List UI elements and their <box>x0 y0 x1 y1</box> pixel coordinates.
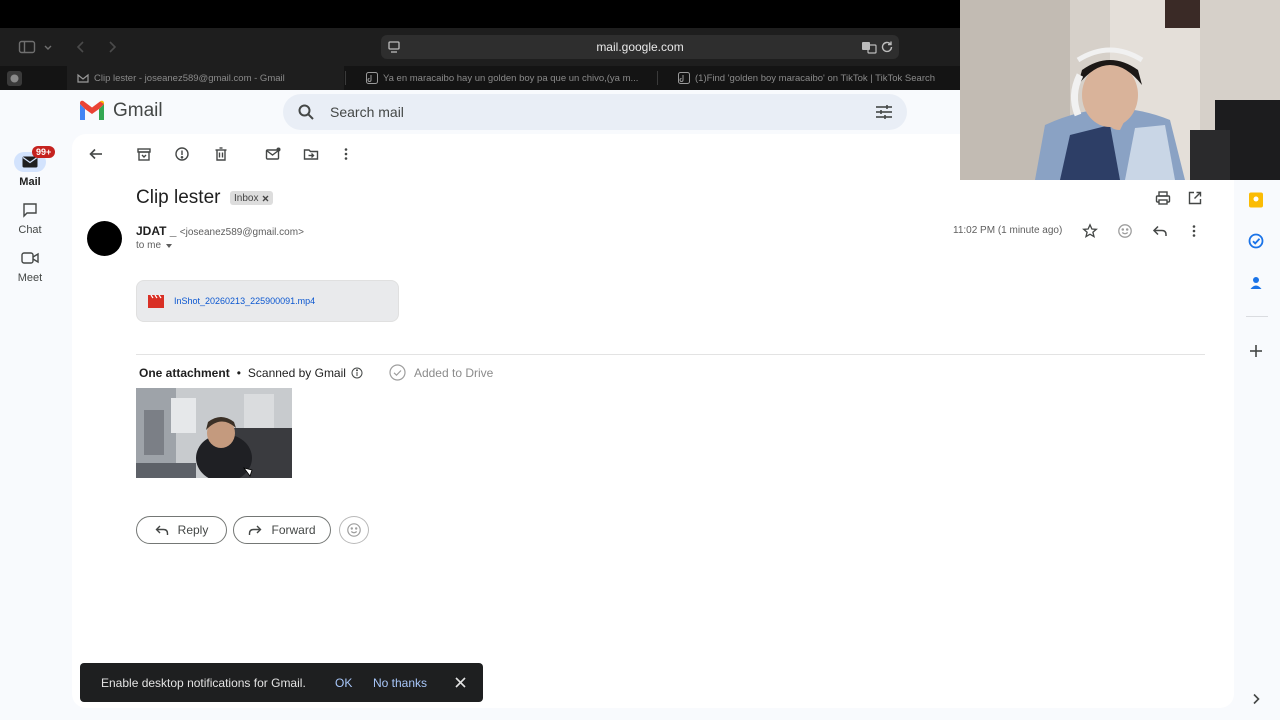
tab-gmail[interactable]: Clip lester - joseanez589@gmail.com - Gm… <box>67 66 344 90</box>
gmail-logo-text: Gmail <box>113 100 163 121</box>
url-text: mail.google.com <box>596 40 684 54</box>
chevron-down-icon[interactable] <box>42 38 54 56</box>
attachments-divider <box>136 354 1205 355</box>
snackbar-no-thanks-button[interactable]: No thanks <box>373 676 427 690</box>
tab-divider <box>345 71 346 85</box>
drive-check-icon[interactable] <box>389 364 406 381</box>
archive-icon[interactable] <box>136 146 152 162</box>
tab-tiktok-search[interactable]: (1)Find 'golden boy maracaibo' on TikTok… <box>668 66 960 90</box>
gmail-favicon-icon <box>77 72 89 84</box>
tab-tiktok-video[interactable]: Ya en maracaibo hay un golden boy pa que… <box>356 66 656 90</box>
delete-icon[interactable] <box>213 146 229 162</box>
keep-icon[interactable] <box>1248 192 1264 208</box>
unread-badge: 99+ <box>32 146 56 158</box>
video-file-icon <box>148 295 164 308</box>
forward-arrow-icon[interactable] <box>103 38 121 56</box>
notification-snackbar: Enable desktop notifications for Gmail. … <box>80 663 483 702</box>
attachment-filename[interactable]: InShot_20260213_225900091.mp4 <box>174 296 315 306</box>
tiktok-favicon-icon <box>678 72 690 84</box>
nav-label: Meet <box>17 272 43 284</box>
browser-profile-icon[interactable] <box>7 71 22 86</box>
attachment-summary: One attachment • Scanned by Gmail Added … <box>139 364 493 381</box>
tab-divider <box>657 71 658 85</box>
sender-avatar[interactable] <box>87 221 122 256</box>
recipient-details[interactable]: to me <box>136 240 173 251</box>
window-titlebar <box>0 0 960 28</box>
address-bar[interactable]: mail.google.com <box>381 35 899 59</box>
chat-icon <box>14 200 46 220</box>
remove-label-icon[interactable] <box>262 195 269 202</box>
gmail-logo[interactable]: Gmail <box>78 100 163 122</box>
inbox-label-chip[interactable]: Inbox <box>230 191 274 205</box>
reload-icon[interactable] <box>879 39 895 55</box>
rail-divider <box>1246 316 1268 317</box>
contacts-icon[interactable] <box>1248 275 1264 291</box>
translate-icon[interactable] <box>861 39 877 55</box>
print-icon[interactable] <box>1155 190 1171 206</box>
email-subject: Clip lester <box>136 187 221 208</box>
add-addon-icon[interactable] <box>1248 343 1264 359</box>
added-to-drive-label: Added to Drive <box>413 365 494 380</box>
info-icon[interactable] <box>351 367 363 379</box>
meet-icon <box>14 248 46 268</box>
snackbar-message: Enable desktop notifications for Gmail. <box>101 676 306 690</box>
search-input[interactable]: Search mail <box>330 104 404 120</box>
nav-label: Mail <box>19 176 41 188</box>
emoji-react-button[interactable] <box>339 516 369 544</box>
tab-title: Clip lester - joseanez589@gmail.com - Gm… <box>94 72 285 84</box>
mark-unread-icon[interactable] <box>265 146 281 162</box>
mail-icon: 99+ <box>14 146 56 172</box>
emoji-icon <box>346 522 362 538</box>
show-side-panel-icon[interactable] <box>1248 691 1264 707</box>
tab-title: Ya en maracaibo hay un golden boy pa que… <box>383 72 639 84</box>
recipient-text: to me <box>136 240 162 251</box>
attachment-count: One attachment <box>139 365 230 380</box>
star-icon[interactable] <box>1082 223 1098 239</box>
tiktok-favicon-icon <box>366 72 378 84</box>
nav-meet[interactable]: Meet <box>0 248 60 284</box>
back-arrow-icon[interactable] <box>72 38 90 56</box>
separator-dot: • <box>236 365 241 380</box>
side-panel-rail <box>1236 180 1280 720</box>
nav-label: Chat <box>18 224 42 236</box>
forward-button[interactable]: Forward <box>233 516 331 544</box>
forward-arrow-icon <box>248 524 262 536</box>
message-more-icon[interactable] <box>1186 223 1202 239</box>
close-icon[interactable] <box>454 676 467 689</box>
gmail-m-icon <box>78 100 106 122</box>
tasks-icon[interactable] <box>1248 233 1264 249</box>
sender-name[interactable]: JDAT _ <box>136 224 176 238</box>
report-spam-icon[interactable] <box>174 146 190 162</box>
tab-title: (1)Find 'golden boy maracaibo' on TikTok… <box>695 72 936 84</box>
search-bar[interactable]: Search mail <box>283 94 907 130</box>
move-to-icon[interactable] <box>303 146 319 162</box>
snackbar-ok-button[interactable]: OK <box>335 676 352 690</box>
more-options-icon[interactable] <box>338 146 354 162</box>
reply-icon[interactable] <box>1152 223 1168 239</box>
forward-label: Forward <box>271 523 316 537</box>
attachment-link-card[interactable]: InShot_20260213_225900091.mp4 <box>136 280 399 322</box>
search-options-icon[interactable] <box>875 104 893 120</box>
chevron-down-icon[interactable] <box>165 243 173 249</box>
email-timestamp: 11:02 PM (1 minute ago) <box>953 225 1063 236</box>
message-panel: Clip lester Inbox JDAT _ <joseanez589@gm… <box>72 134 1234 708</box>
label-chip-text: Inbox <box>234 192 259 204</box>
sidebar-toggle-icon[interactable] <box>18 38 36 56</box>
sender-line: JDAT _ <joseanez589@gmail.com> <box>136 224 304 238</box>
webcam-overlay <box>960 0 1280 180</box>
sender-email: <joseanez589@gmail.com> <box>179 227 304 238</box>
reply-button[interactable]: Reply <box>136 516 227 544</box>
back-to-inbox-icon[interactable] <box>88 146 104 162</box>
nav-chat[interactable]: Chat <box>0 200 60 236</box>
nav-rail: 99+ Mail Chat Meet <box>0 90 60 720</box>
tab-strip: Clip lester - joseanez589@gmail.com - Gm… <box>0 66 960 90</box>
open-new-window-icon[interactable] <box>1187 190 1203 206</box>
reply-label: Reply <box>177 523 209 537</box>
emoji-reaction-icon[interactable] <box>1117 223 1133 239</box>
reply-arrow-icon <box>155 524 169 536</box>
nav-mail[interactable]: 99+ Mail <box>0 146 60 188</box>
video-attachment-thumbnail[interactable] <box>136 388 292 478</box>
search-icon[interactable] <box>297 103 315 121</box>
scanned-status: Scanned by Gmail <box>247 365 346 380</box>
